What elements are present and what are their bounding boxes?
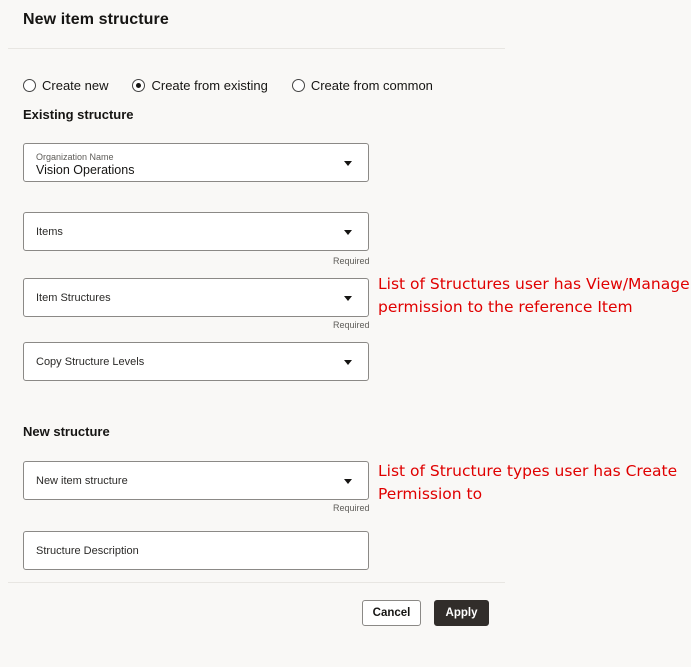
- apply-button[interactable]: Apply: [434, 600, 489, 626]
- chevron-down-icon[interactable]: [344, 229, 352, 235]
- structures-annotation-line2: permission to the reference Item: [378, 298, 633, 316]
- types-annotation-line1: List of Structure types user has Create: [378, 462, 678, 480]
- organization-name-value: Vision Operations: [36, 163, 135, 177]
- structures-annotation: List of Structures user has View/Manage …: [378, 273, 690, 319]
- chevron-down-icon[interactable]: [344, 160, 352, 166]
- structures-annotation-line1: List of Structures user has View/Manage: [378, 275, 690, 293]
- copy-structure-levels-placeholder: Copy Structure Levels: [36, 355, 145, 368]
- new-structure-heading: New structure: [23, 424, 110, 439]
- chevron-down-icon[interactable]: [344, 478, 352, 484]
- header-divider: [8, 48, 505, 49]
- new-item-structure-select[interactable]: New item structure: [23, 461, 369, 500]
- item-structures-select[interactable]: Item Structures: [23, 278, 369, 317]
- organization-name-label: Organization Name: [36, 152, 114, 162]
- item-structures-placeholder: Item Structures: [36, 291, 111, 304]
- new-item-structure-placeholder: New item structure: [36, 474, 128, 487]
- items-placeholder: Items: [36, 225, 63, 238]
- types-annotation-line2: Permission to: [378, 485, 483, 503]
- existing-structure-heading: Existing structure: [23, 107, 134, 122]
- radio-create-from-existing[interactable]: Create from existing: [132, 77, 268, 93]
- item-structures-required-text: Required: [333, 320, 370, 330]
- radio-label: Create from common: [310, 77, 433, 93]
- structure-description-input[interactable]: Structure Description: [23, 531, 369, 570]
- creation-mode-radio-group: Create new Create from existing Create f…: [23, 76, 457, 94]
- types-annotation: List of Structure types user has Create …: [378, 460, 677, 506]
- new-item-structure-required-text: Required: [333, 503, 370, 513]
- cancel-button[interactable]: Cancel: [362, 600, 421, 626]
- items-required-text: Required: [333, 256, 370, 266]
- radio-create-new[interactable]: Create new: [23, 78, 108, 93]
- radio-button-icon[interactable]: [23, 78, 36, 92]
- radio-label: Create new: [42, 77, 109, 93]
- footer-divider: [8, 582, 505, 583]
- dialog-title: New item structure: [23, 11, 169, 28]
- radio-create-from-common[interactable]: Create from common: [291, 77, 433, 93]
- chevron-down-icon[interactable]: [344, 359, 352, 365]
- radio-button-icon[interactable]: [291, 78, 305, 92]
- chevron-down-icon[interactable]: [344, 295, 352, 301]
- organization-name-select[interactable]: Organization Name Vision Operations: [23, 143, 369, 182]
- radio-button-selected-icon[interactable]: [132, 78, 146, 92]
- structure-description-placeholder: Structure Description: [36, 544, 139, 557]
- copy-structure-levels-select[interactable]: Copy Structure Levels: [23, 342, 369, 381]
- items-select[interactable]: Items: [23, 212, 369, 251]
- radio-label: Create from existing: [151, 77, 268, 93]
